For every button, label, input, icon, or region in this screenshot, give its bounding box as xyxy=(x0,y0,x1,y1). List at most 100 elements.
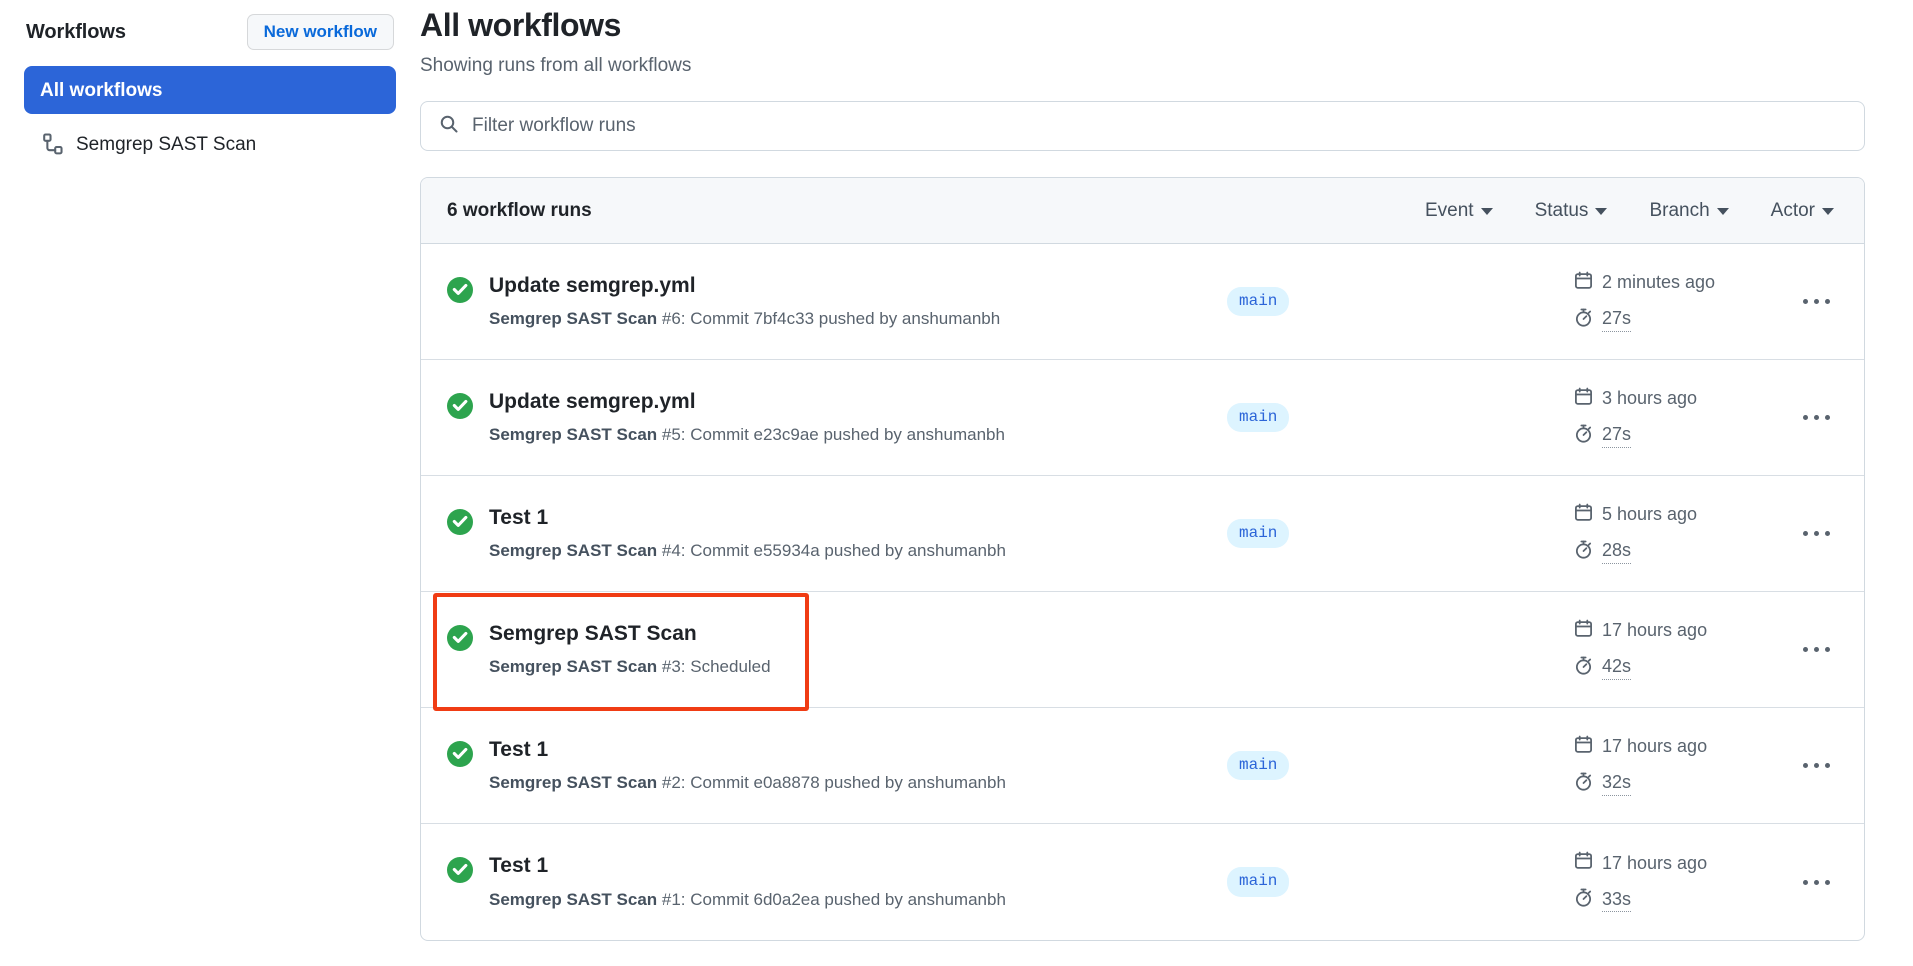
workflow-run-row[interactable]: Test 1 Semgrep SAST Scan #2: Commit e0a8… xyxy=(421,708,1864,824)
workflow-run-row[interactable]: Test 1 Semgrep SAST Scan #1: Commit 6d0a… xyxy=(421,824,1864,940)
workflow-run-row[interactable]: Test 1 Semgrep SAST Scan #4: Commit e559… xyxy=(421,476,1864,592)
sidebar-item-label: Semgrep SAST Scan xyxy=(76,135,256,154)
run-time-cell: 17 hours ago 42s xyxy=(1568,619,1768,680)
run-time-cell: 2 minutes ago 27s xyxy=(1568,271,1768,332)
run-detail-text: #4: Commit e55934a pushed by anshumanbh xyxy=(657,541,1006,560)
run-more-options-button[interactable] xyxy=(1768,415,1864,420)
filter-dropdown-status[interactable]: Status xyxy=(1535,200,1608,222)
kebab-dot xyxy=(1825,415,1830,420)
calendar-icon xyxy=(1574,503,1593,528)
run-primary: Update semgrep.yml Semgrep SAST Scan #5:… xyxy=(447,369,1227,466)
run-subtitle: Semgrep SAST Scan #5: Commit e23c9ae pus… xyxy=(489,424,1005,446)
run-timestamp-line: 17 hours ago xyxy=(1574,851,1768,876)
success-check-icon xyxy=(447,277,473,303)
run-subtitle: Semgrep SAST Scan #2: Commit e0a8878 pus… xyxy=(489,772,1006,794)
run-duration-line: 27s xyxy=(1574,424,1768,449)
kebab-dot xyxy=(1814,415,1819,420)
run-duration-line: 32s xyxy=(1574,772,1768,797)
branch-badge[interactable]: main xyxy=(1227,751,1289,780)
run-timestamp-line: 17 hours ago xyxy=(1574,735,1768,760)
run-title[interactable]: Test 1 xyxy=(489,737,1006,763)
kebab-dot xyxy=(1803,763,1808,768)
run-subtitle: Semgrep SAST Scan #6: Commit 7bf4c33 pus… xyxy=(489,308,1000,330)
filter-workflow-runs-input[interactable]: Filter workflow runs xyxy=(420,101,1865,151)
success-check-icon xyxy=(447,741,473,767)
run-title[interactable]: Test 1 xyxy=(489,505,1006,531)
workflow-icon xyxy=(42,133,64,155)
workflow-runs-list: Update semgrep.yml Semgrep SAST Scan #6:… xyxy=(421,244,1864,940)
run-duration-line: 42s xyxy=(1574,656,1768,681)
run-workflow-name: Semgrep SAST Scan xyxy=(489,890,657,909)
filter-dropdown-actor[interactable]: Actor xyxy=(1771,200,1834,222)
runs-filter-group: Event Status Branch Actor xyxy=(1425,200,1838,222)
run-branch-cell: main xyxy=(1227,751,1477,780)
workflow-runs-count: 6 workflow runs xyxy=(447,200,592,222)
filter-placeholder: Filter workflow runs xyxy=(472,115,636,137)
run-workflow-name: Semgrep SAST Scan xyxy=(489,309,657,328)
run-text-block: Semgrep SAST Scan Semgrep SAST Scan #3: … xyxy=(489,621,771,678)
kebab-dot xyxy=(1803,647,1808,652)
run-title[interactable]: Semgrep SAST Scan xyxy=(489,621,771,647)
workflow-nav-list: All workflows Semgrep SAST Scan xyxy=(24,66,396,168)
run-time-cell: 17 hours ago 33s xyxy=(1568,851,1768,912)
run-timestamp-line: 3 hours ago xyxy=(1574,387,1768,412)
branch-badge[interactable]: main xyxy=(1227,403,1289,432)
run-workflow-name: Semgrep SAST Scan xyxy=(489,657,657,676)
run-branch-cell: main xyxy=(1227,403,1477,432)
run-title[interactable]: Update semgrep.yml xyxy=(489,389,1005,415)
branch-badge[interactable]: main xyxy=(1227,287,1289,316)
stopwatch-icon xyxy=(1574,772,1593,797)
sidebar: Workflows New workflow All workflows Sem… xyxy=(0,0,420,168)
run-more-options-button[interactable] xyxy=(1768,299,1864,304)
workflow-run-row[interactable]: Update semgrep.yml Semgrep SAST Scan #5:… xyxy=(421,360,1864,476)
run-primary: Test 1 Semgrep SAST Scan #1: Commit 6d0a… xyxy=(447,833,1227,930)
run-duration: 33s xyxy=(1602,889,1631,913)
chevron-down-icon xyxy=(1822,208,1834,215)
run-more-options-button[interactable] xyxy=(1768,531,1864,536)
chevron-down-icon xyxy=(1595,208,1607,215)
run-title[interactable]: Update semgrep.yml xyxy=(489,273,1000,299)
run-text-block: Test 1 Semgrep SAST Scan #4: Commit e559… xyxy=(489,505,1006,562)
run-primary: Test 1 Semgrep SAST Scan #4: Commit e559… xyxy=(447,485,1227,582)
chevron-down-icon xyxy=(1717,208,1729,215)
stopwatch-icon xyxy=(1574,656,1593,681)
run-detail-text: #1: Commit 6d0a2ea pushed by anshumanbh xyxy=(657,890,1006,909)
run-branch-cell: main xyxy=(1227,287,1477,316)
sidebar-item-all-workflows[interactable]: All workflows xyxy=(24,66,396,114)
run-duration: 42s xyxy=(1602,656,1631,680)
run-more-options-button[interactable] xyxy=(1768,763,1864,768)
runs-toolbar: 6 workflow runs Event Status Branch xyxy=(421,178,1864,244)
kebab-dot xyxy=(1825,880,1830,885)
run-timestamp: 17 hours ago xyxy=(1602,736,1707,758)
run-timestamp: 3 hours ago xyxy=(1602,388,1697,410)
run-duration-line: 27s xyxy=(1574,308,1768,333)
run-more-options-button[interactable] xyxy=(1768,647,1864,652)
kebab-dot xyxy=(1825,531,1830,536)
run-timestamp-line: 2 minutes ago xyxy=(1574,271,1768,296)
kebab-dot xyxy=(1814,531,1819,536)
run-duration-line: 33s xyxy=(1574,888,1768,913)
page-title: All workflows xyxy=(420,6,1865,44)
run-duration-line: 28s xyxy=(1574,540,1768,565)
run-duration: 32s xyxy=(1602,772,1631,796)
branch-badge[interactable]: main xyxy=(1227,867,1289,896)
filter-dropdown-branch[interactable]: Branch xyxy=(1649,200,1728,222)
filter-dropdown-event[interactable]: Event xyxy=(1425,200,1493,222)
run-title[interactable]: Test 1 xyxy=(489,853,1006,879)
run-text-block: Test 1 Semgrep SAST Scan #2: Commit e0a8… xyxy=(489,737,1006,794)
branch-badge[interactable]: main xyxy=(1227,519,1289,548)
run-primary: Semgrep SAST Scan Semgrep SAST Scan #3: … xyxy=(447,601,1227,698)
run-timestamp: 2 minutes ago xyxy=(1602,272,1715,294)
run-more-options-button[interactable] xyxy=(1768,880,1864,885)
calendar-icon xyxy=(1574,271,1593,296)
sidebar-title: Workflows xyxy=(26,21,126,44)
run-detail-text: #3: Scheduled xyxy=(657,657,770,676)
new-workflow-button[interactable]: New workflow xyxy=(247,14,394,51)
workflow-run-row[interactable]: Update semgrep.yml Semgrep SAST Scan #6:… xyxy=(421,244,1864,360)
filter-dropdown-label: Event xyxy=(1425,200,1474,222)
run-time-cell: 3 hours ago 27s xyxy=(1568,387,1768,448)
run-text-block: Test 1 Semgrep SAST Scan #1: Commit 6d0a… xyxy=(489,853,1006,910)
workflow-run-row[interactable]: Semgrep SAST Scan Semgrep SAST Scan #3: … xyxy=(421,592,1864,708)
run-timestamp-line: 17 hours ago xyxy=(1574,619,1768,644)
sidebar-item-semgrep-sast-scan[interactable]: Semgrep SAST Scan xyxy=(24,120,396,168)
